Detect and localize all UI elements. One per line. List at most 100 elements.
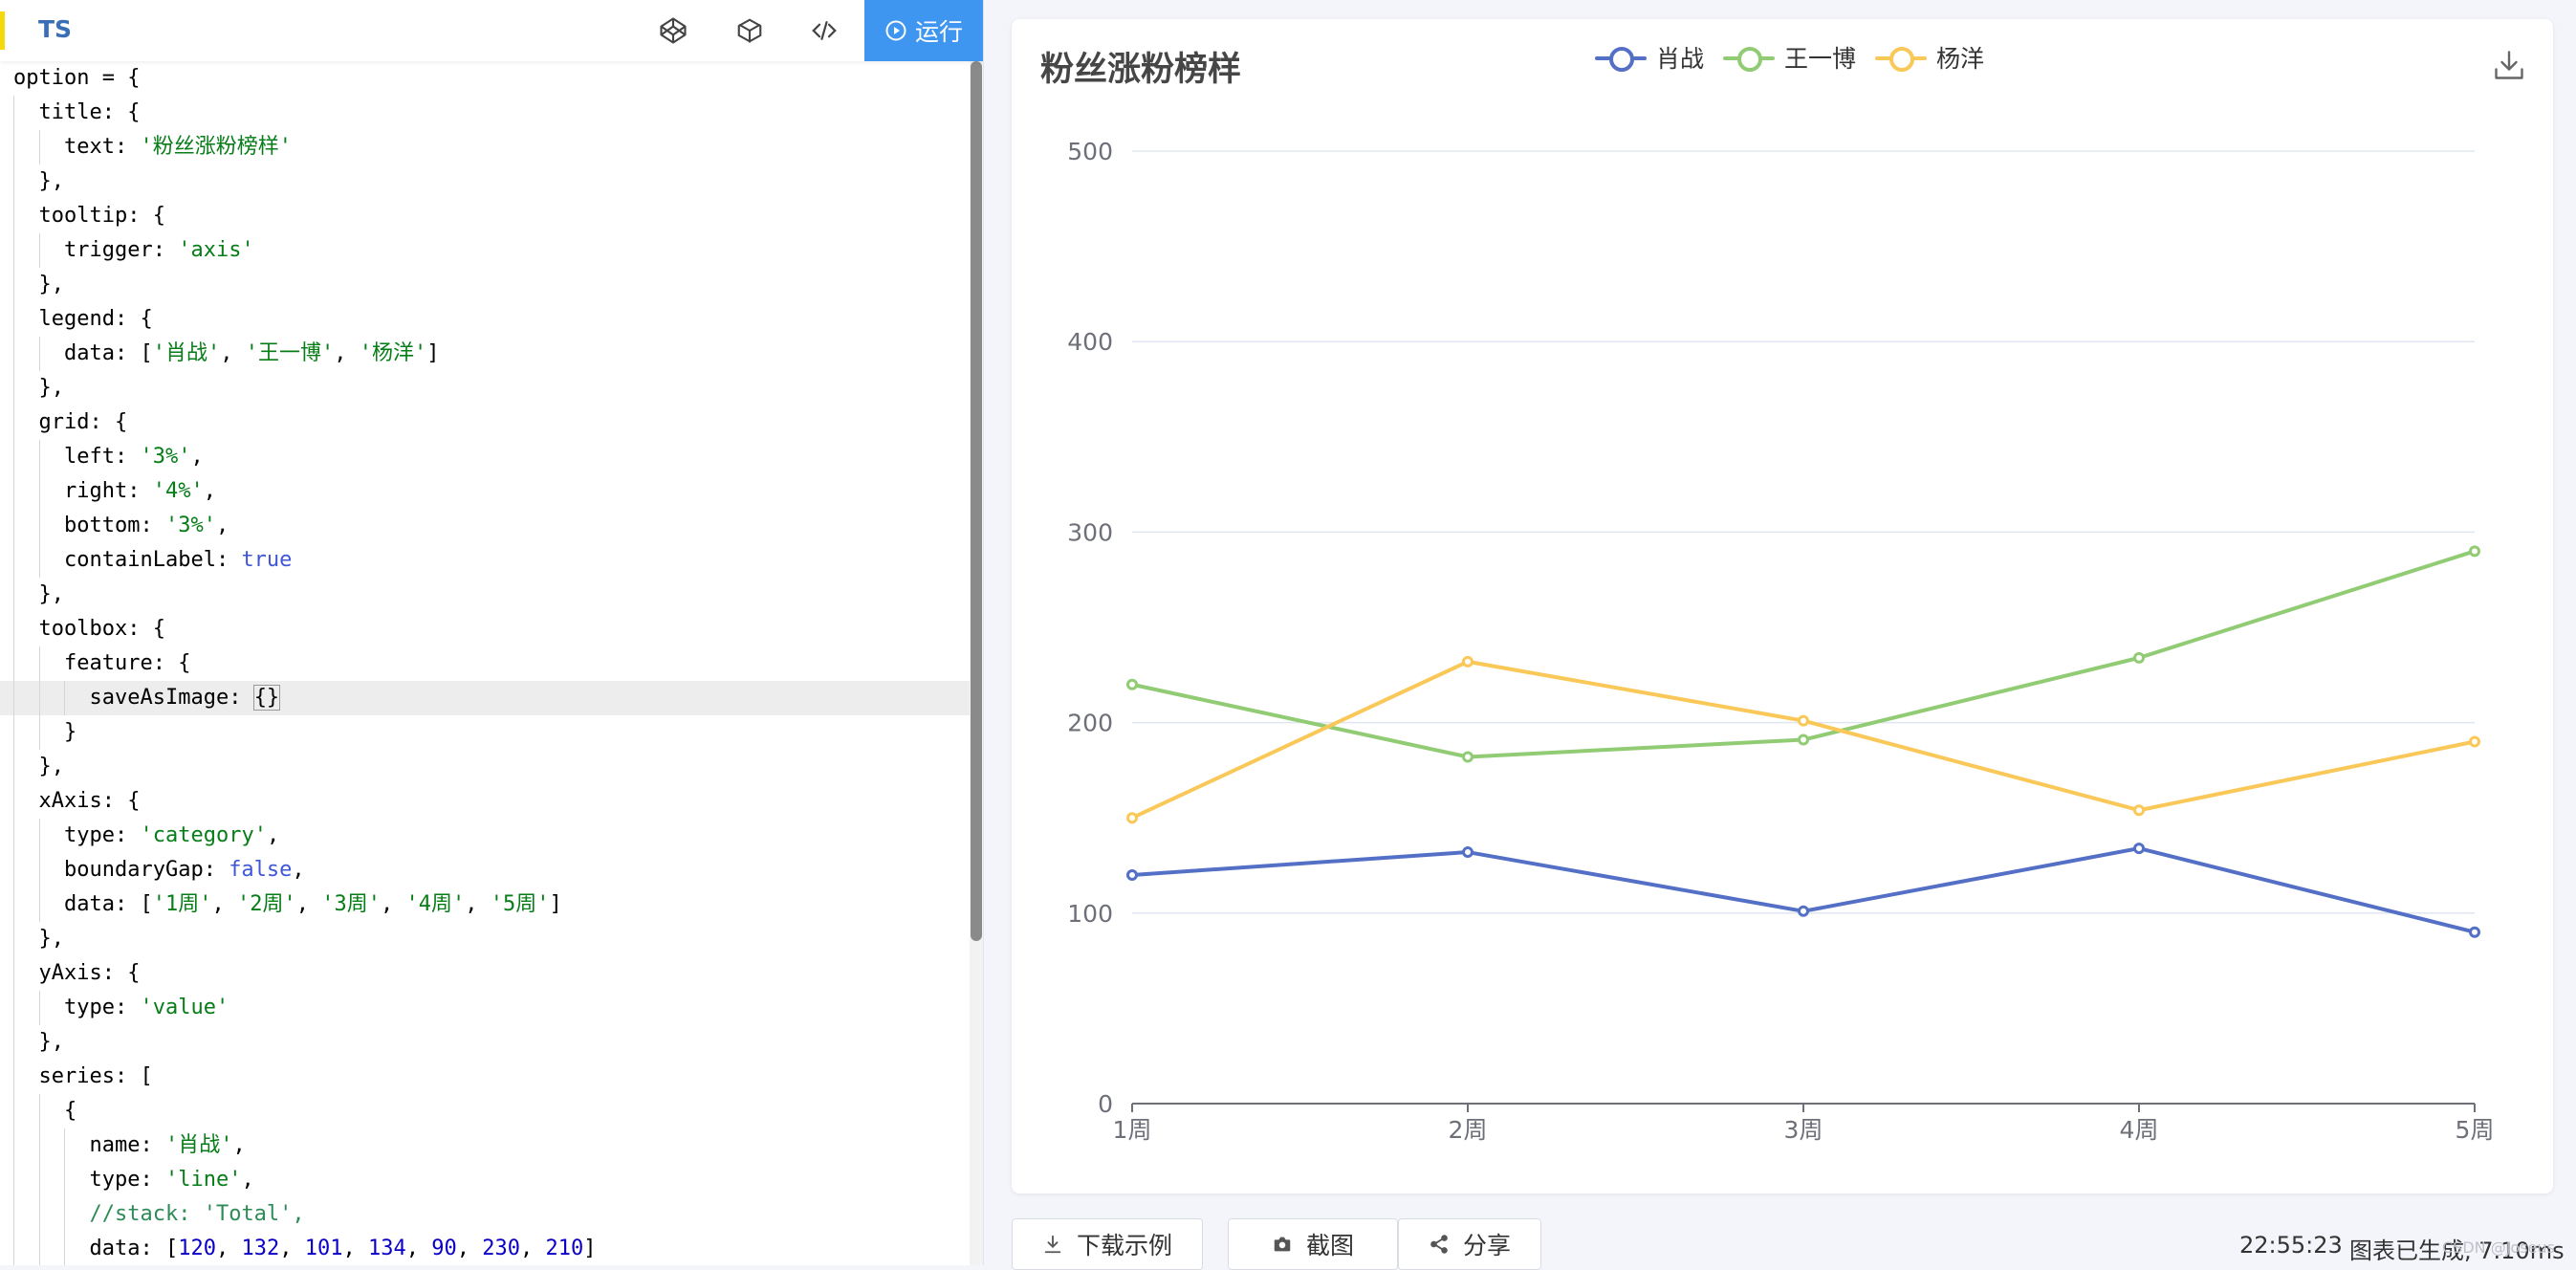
indent-guide (38, 887, 40, 922)
indent-guide (38, 509, 40, 543)
indent-guide (13, 268, 14, 302)
code-token: grid: { (38, 410, 128, 434)
indent-guide (13, 405, 14, 440)
code-line[interactable]: text: '粉丝涨粉榜样' (0, 130, 970, 164)
code-text: legend: { (39, 302, 153, 337)
code-text: //stack: 'Total', (90, 1197, 305, 1232)
code-line[interactable]: containLabel: true (0, 543, 970, 578)
code-token: text: (64, 135, 141, 159)
code-line[interactable]: trigger: 'axis' (0, 233, 970, 268)
indent-guide (38, 130, 40, 164)
code-area[interactable]: option = {title: {text: '粉丝涨粉榜样'}, toolti… (0, 61, 970, 1265)
box-icon[interactable] (732, 13, 767, 48)
code-line[interactable]: name: '肖战', (0, 1128, 970, 1163)
codepen-icon[interactable] (656, 13, 690, 48)
code-line[interactable]: option = { (0, 61, 970, 96)
code-text: series: [ (39, 1060, 153, 1094)
code-text: }, (39, 922, 65, 956)
save-as-image-icon[interactable] (2492, 48, 2526, 82)
code-line[interactable]: }, (0, 371, 970, 405)
code-line[interactable]: toolbox: { (0, 612, 970, 646)
code-token: '3周' (321, 892, 381, 916)
code-line[interactable]: { (0, 1094, 970, 1128)
y-tick-label: 0 (1098, 1090, 1113, 1118)
code-line[interactable]: }, (0, 750, 970, 784)
play-circle-icon (885, 20, 906, 41)
indent-guide (64, 1197, 65, 1232)
indent-guide (64, 1163, 65, 1197)
indent-guide (13, 1128, 14, 1163)
code-token: '粉丝涨粉榜样' (140, 135, 292, 159)
code-line[interactable]: data: ['1周', '2周', '3周', '4周', '5周'] (0, 887, 970, 922)
code-line[interactable]: xAxis: { (0, 784, 970, 819)
indent-guide (38, 233, 40, 268)
code-token: 210 (545, 1237, 584, 1260)
indent-guide (13, 509, 14, 543)
chart-card: 0 100 200 300 400 500 1周 2周 3周 4周 5周 粉丝涨粉榜样 肖战 王一博 杨… (1012, 19, 2553, 1193)
language-toggle[interactable]: TS (38, 15, 72, 43)
code-line[interactable]: yAxis: { (0, 956, 970, 991)
x-tick-label: 2周 (1449, 1116, 1488, 1144)
indent-guide (38, 1094, 40, 1128)
code-token: '2周' (236, 892, 296, 916)
code-line[interactable]: type: 'line', (0, 1163, 970, 1197)
data-point (1462, 846, 1474, 859)
share-icon (1430, 1235, 1448, 1254)
code-line[interactable]: legend: { (0, 302, 970, 337)
code-text: name: '肖战', (90, 1128, 246, 1163)
run-button[interactable]: 运行 (864, 0, 983, 61)
code-text: yAxis: { (39, 956, 141, 991)
code-text: }, (39, 750, 65, 784)
code-token: }, (38, 582, 65, 606)
download-example-button[interactable]: 下载示例 (1012, 1218, 1203, 1270)
code-line[interactable]: series: [ (0, 1060, 970, 1094)
code-token: false (229, 858, 293, 882)
indent-guide (38, 681, 40, 715)
code-token: boundaryGap: (64, 858, 229, 882)
code-line[interactable]: } (0, 715, 970, 750)
code-line[interactable]: data: ['肖战', '王一博', '杨洋'] (0, 337, 970, 371)
data-point (2133, 843, 2145, 855)
code-text: boundaryGap: false, (64, 853, 305, 887)
code-line[interactable]: tooltip: { (0, 199, 970, 233)
code-line[interactable]: title: { (0, 96, 970, 130)
code-line[interactable]: }, (0, 164, 970, 199)
code-line[interactable]: left: '3%', (0, 440, 970, 474)
legend-item[interactable]: 王一博 (1723, 40, 1856, 75)
code-line[interactable]: //stack: 'Total', (0, 1197, 970, 1232)
code-line[interactable]: data: [120, 132, 101, 134, 90, 230, 210] (0, 1232, 970, 1265)
code-line[interactable]: right: '4%', (0, 474, 970, 509)
screenshot-button[interactable]: 截图 (1228, 1218, 1398, 1270)
code-line[interactable]: type: 'value' (0, 991, 970, 1025)
code-icon[interactable] (807, 13, 841, 48)
code-token: }, (38, 755, 65, 778)
legend-item[interactable]: 杨洋 (1875, 40, 1984, 75)
code-text: option = { (13, 61, 140, 96)
watermark: CSDN @Joseus (2442, 1238, 2555, 1257)
data-point (2469, 545, 2480, 558)
indent-guide (13, 819, 14, 853)
indent-guide (38, 1163, 40, 1197)
data-point (1462, 751, 1474, 763)
data-point (2469, 735, 2480, 748)
code-line[interactable]: }, (0, 922, 970, 956)
editor-scrollbar-thumb[interactable] (971, 61, 982, 941)
legend-item[interactable]: 肖战 (1595, 40, 1704, 75)
code-line[interactable]: saveAsImage: {} (0, 681, 970, 715)
code-line[interactable]: bottom: '3%', (0, 509, 970, 543)
code-text: trigger: 'axis' (64, 233, 254, 268)
code-line[interactable]: }, (0, 578, 970, 612)
code-token: ] (583, 1237, 597, 1260)
code-line[interactable]: grid: { (0, 405, 970, 440)
indent-guide (38, 543, 40, 578)
code-line[interactable]: type: 'category', (0, 819, 970, 853)
code-token: }, (38, 376, 65, 400)
code-text: saveAsImage: {} (90, 681, 281, 715)
code-line[interactable]: feature: { (0, 646, 970, 681)
indent-guide (13, 1094, 14, 1128)
code-line[interactable]: }, (0, 1025, 970, 1060)
code-line[interactable]: boundaryGap: false, (0, 853, 970, 887)
share-button[interactable]: 分享 (1398, 1218, 1541, 1270)
code-line[interactable]: }, (0, 268, 970, 302)
language-marker (0, 11, 5, 50)
